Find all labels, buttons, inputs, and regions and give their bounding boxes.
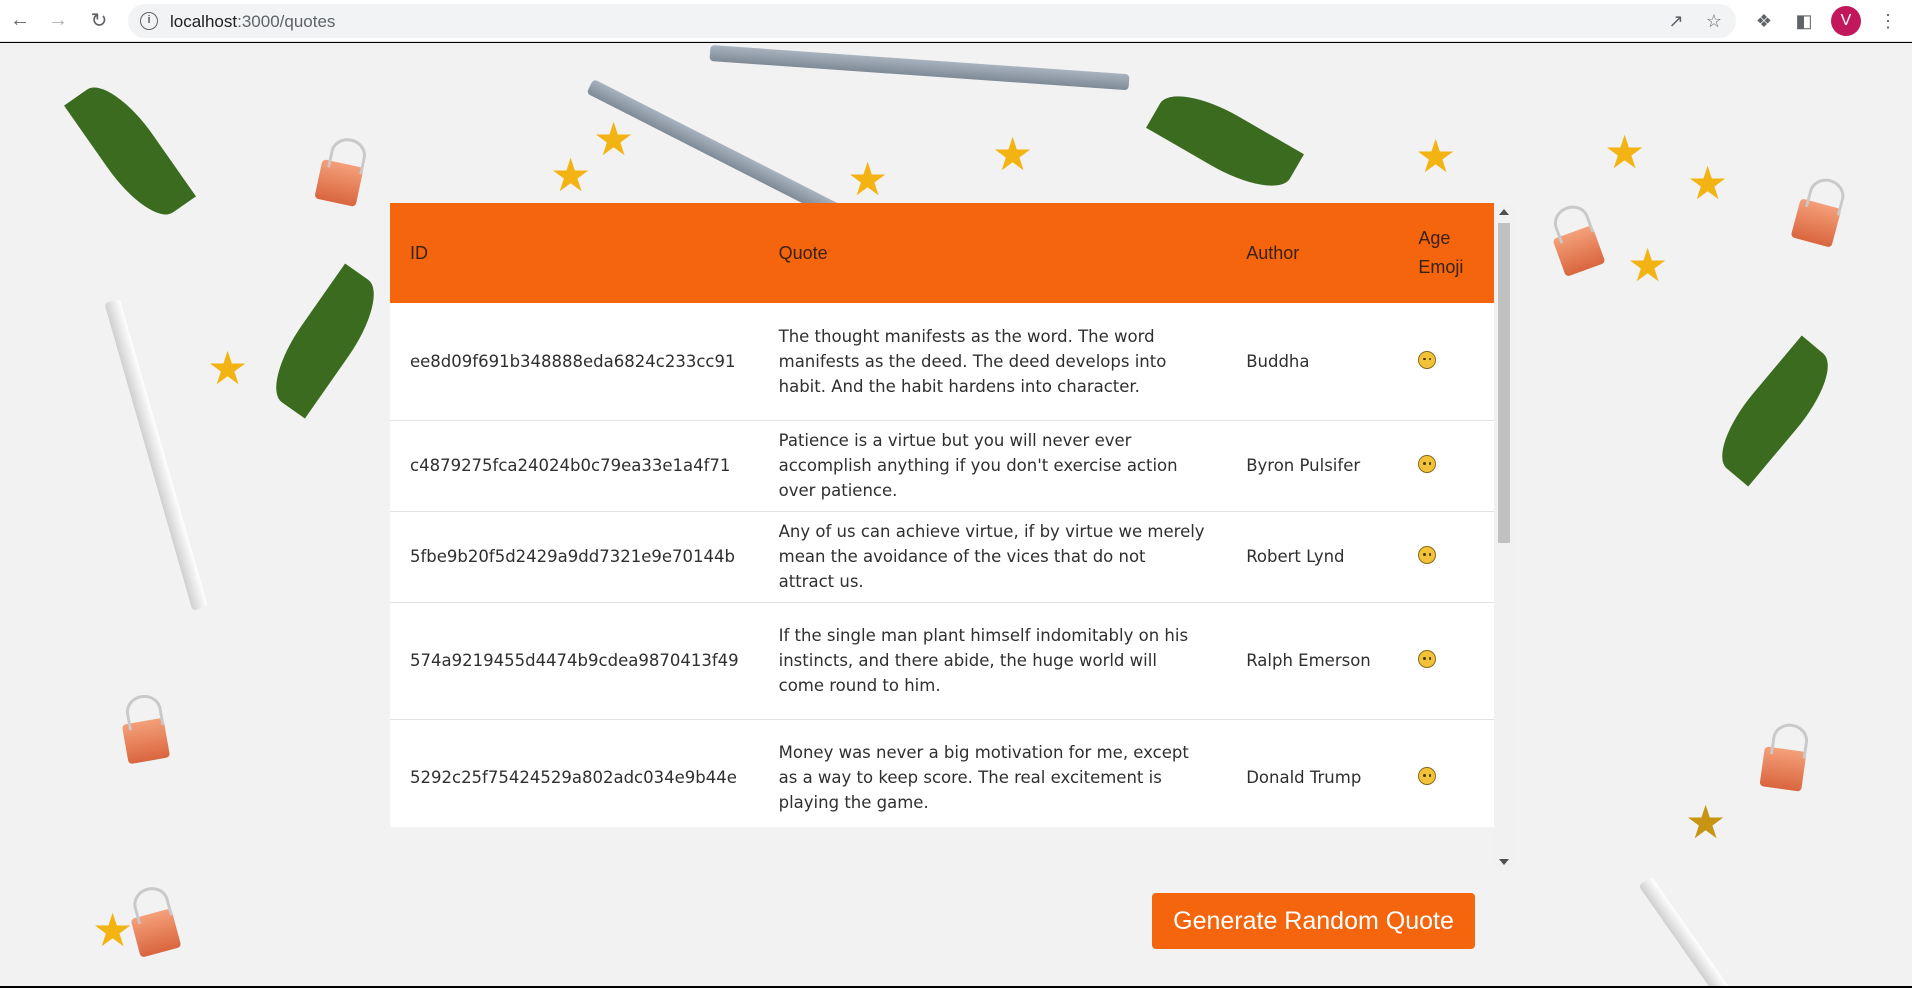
star-decoration: ★ [92, 904, 134, 956]
scrollbar-thumb[interactable] [1498, 223, 1510, 543]
star-decoration: ★ [550, 149, 592, 201]
table-row[interactable]: c4879275fca24024b0c79ea33e1a4f71 Patienc… [390, 420, 1494, 512]
star-decoration: ★ [847, 153, 889, 205]
address-bar[interactable]: i localhost:3000/quotes ↗ ☆ [128, 4, 1736, 38]
row-id: 5fbe9b20f5d2429a9dd7321e9e70144b [390, 511, 759, 603]
extensions-puzzle-icon[interactable]: ❖ [1752, 9, 1776, 33]
quotes-page: ★ ★ ★ ★ ★ ★ ★ ★ ★ ★ ★ ID Quote Author Ag… [0, 43, 1912, 986]
header-id: ID [410, 242, 428, 263]
generate-random-quote-button[interactable]: Generate Random Quote [1152, 893, 1475, 949]
star-decoration: ★ [1604, 126, 1646, 178]
row-age-emoji [1398, 719, 1494, 827]
star-decoration: ★ [1685, 796, 1727, 848]
star-decoration: ★ [1627, 239, 1669, 291]
table-row[interactable]: 574a9219455d4474b9cdea9870413f49 If the … [390, 602, 1494, 720]
reload-icon[interactable]: ↻ [85, 6, 113, 34]
header-quote: Quote [778, 242, 828, 263]
pencil-decoration [104, 298, 208, 611]
star-decoration: ★ [593, 113, 635, 165]
quotes-table: ID Quote Author Age Emoji ee8d09f691b3488… [390, 203, 1494, 827]
binder-clip-decoration [121, 717, 171, 765]
menu-kebab-icon[interactable]: ⋮ [1876, 9, 1900, 33]
row-author: Buddha [1226, 303, 1399, 421]
pencil-decoration [709, 45, 1130, 91]
row-id: 5292c25f75424529a802adc034e9b44e [390, 719, 759, 827]
header-author: Author [1246, 242, 1300, 263]
star-decoration: ★ [1687, 157, 1729, 209]
profile-avatar[interactable]: V [1831, 6, 1861, 36]
table-row[interactable]: 5fbe9b20f5d2429a9dd7321e9e70144b Any of … [390, 511, 1494, 603]
url-text: localhost:3000/quotes [170, 12, 336, 31]
bookmark-star-icon[interactable]: ☆ [1702, 9, 1726, 33]
child-face-icon [1418, 455, 1437, 473]
row-quote: Patience is a virtue but you will never … [758, 420, 1227, 512]
binder-clip-decoration [314, 159, 364, 207]
row-quote: If the single man plant himself indomita… [758, 602, 1227, 720]
scroll-down-arrow-icon[interactable] [1499, 859, 1509, 865]
row-author: Byron Pulsifer [1226, 420, 1399, 512]
star-decoration: ★ [1415, 130, 1457, 182]
row-quote: Any of us can achieve virtue, if by virt… [758, 511, 1227, 603]
row-quote: Money was never a big motivation for me,… [758, 719, 1227, 827]
row-id: c4879275fca24024b0c79ea33e1a4f71 [390, 420, 759, 512]
pencil-decoration [1638, 876, 1744, 986]
row-age-emoji [1398, 420, 1494, 512]
row-age-emoji [1398, 303, 1494, 421]
row-id: 574a9219455d4474b9cdea9870413f49 [390, 602, 759, 720]
child-face-icon [1418, 650, 1437, 668]
side-panel-icon[interactable]: ◧ [1792, 9, 1816, 33]
back-arrow-icon[interactable]: ← [6, 6, 34, 34]
forward-arrow-icon[interactable]: → [44, 6, 72, 34]
table-header-row: ID Quote Author Age Emoji [390, 203, 1494, 303]
child-face-icon [1418, 546, 1437, 564]
header-age-emoji: Age Emoji [1418, 228, 1464, 277]
row-id: ee8d09f691b348888eda6824c233cc91 [390, 303, 759, 421]
leaf-decoration [64, 73, 196, 229]
table-row[interactable]: 5292c25f75424529a802adc034e9b44e Money w… [390, 719, 1494, 827]
binder-clip-decoration [1552, 225, 1606, 277]
site-info-icon[interactable]: i [140, 12, 158, 30]
star-decoration: ★ [992, 128, 1034, 180]
row-age-emoji [1398, 511, 1494, 603]
child-face-icon [1418, 767, 1437, 785]
binder-clip-decoration [1759, 746, 1807, 792]
binder-clip-decoration [130, 908, 182, 958]
browser-toolbar: ← → ↻ i localhost:3000/quotes ↗ ☆ ❖ ◧ V … [0, 0, 1912, 42]
row-author: Robert Lynd [1226, 511, 1399, 603]
row-age-emoji [1398, 602, 1494, 720]
child-face-icon [1418, 350, 1437, 369]
quotes-table-container[interactable]: ID Quote Author Age Emoji ee8d09f691b3488… [390, 203, 1494, 827]
leaf-decoration [1705, 335, 1845, 487]
row-quote: The thought manifests as the word. The w… [758, 303, 1227, 421]
share-icon[interactable]: ↗ [1664, 9, 1688, 33]
table-row[interactable]: ee8d09f691b348888eda6824c233cc91 The tho… [390, 303, 1494, 421]
row-author: Donald Trump [1226, 719, 1399, 827]
row-author: Ralph Emerson [1226, 602, 1399, 720]
leaf-decoration [259, 263, 391, 419]
star-decoration: ★ [207, 342, 249, 394]
table-scrollbar[interactable] [1494, 203, 1514, 871]
leaf-decoration [1146, 79, 1304, 203]
scroll-up-arrow-icon[interactable] [1499, 209, 1509, 215]
binder-clip-decoration [1790, 198, 1842, 248]
